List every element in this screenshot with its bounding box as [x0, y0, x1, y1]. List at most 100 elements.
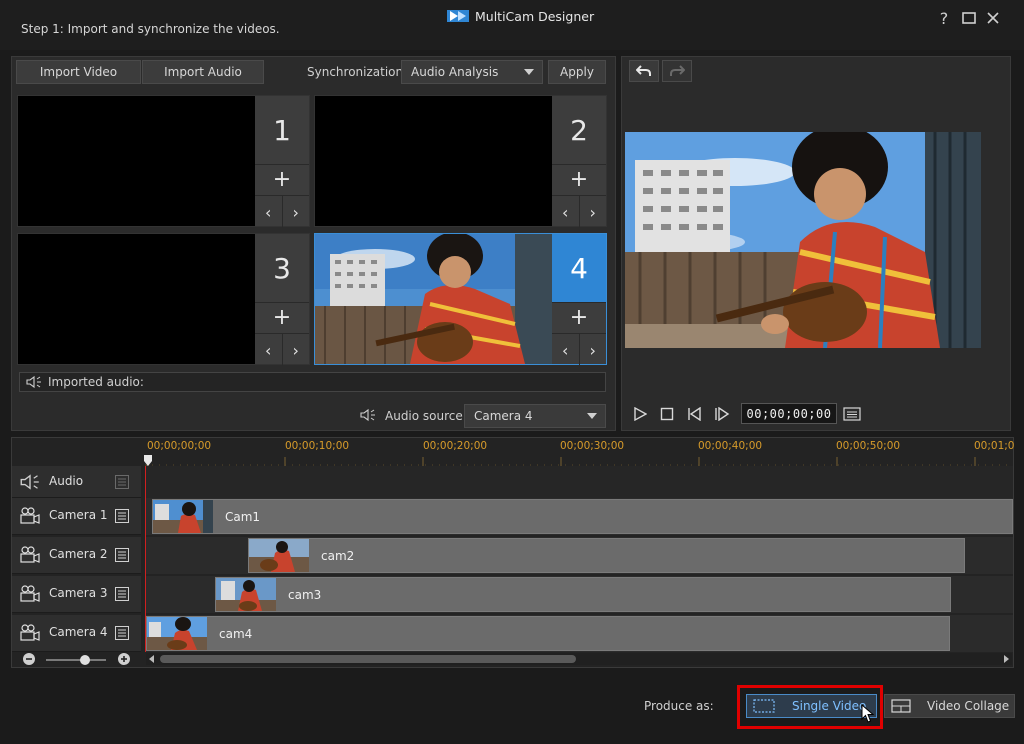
zoom-out-icon[interactable] [22, 652, 36, 666]
track-options-icon[interactable] [115, 548, 129, 562]
clip-name: Cam1 [225, 510, 261, 524]
maximize-icon [962, 12, 976, 24]
track-name: Camera 2 [49, 547, 108, 561]
slot-controls: 4 + ‹ › [552, 234, 606, 366]
play-button[interactable] [630, 404, 650, 424]
imported-audio-bar: Imported audio: [19, 372, 606, 392]
zoom-slider-track[interactable] [46, 659, 106, 661]
track-header-audio: Audio [12, 466, 141, 498]
close-button[interactable] [983, 8, 1003, 28]
add-video-button[interactable]: + [552, 164, 606, 194]
camera-icon [20, 507, 40, 524]
ruler-label: 00;00;10;00 [285, 440, 350, 452]
zoom-slider-handle[interactable] [80, 655, 90, 665]
timecode-display[interactable]: 00;00;00;00 [741, 403, 837, 424]
clip-thumbnail [147, 617, 207, 650]
video-preview[interactable] [625, 132, 981, 348]
video-clip-cam3[interactable]: cam3 [215, 577, 951, 612]
undo-icon [636, 65, 651, 76]
app-logo-icon [447, 10, 469, 22]
app-title-text: MultiCam Designer [475, 8, 595, 24]
import-audio-button[interactable]: Import Audio [142, 60, 264, 84]
clip-name: cam4 [219, 627, 253, 641]
slot-controls: 2 + ‹ › [552, 96, 606, 228]
track-options-icon[interactable] [115, 475, 129, 489]
clip-thumbnail [153, 500, 213, 533]
audio-source-dropdown[interactable]: Camera 4 [464, 404, 606, 428]
add-video-button[interactable]: + [552, 302, 606, 332]
track-name: Camera 3 [49, 586, 108, 600]
scroll-left-icon[interactable] [148, 655, 156, 663]
mouse-cursor-icon [861, 704, 875, 723]
next-frame-button[interactable] [712, 404, 732, 424]
track-options-icon[interactable] [115, 587, 129, 601]
preview-frame-image [625, 132, 981, 348]
track-header-camera-2: Camera 2 [12, 537, 141, 574]
slot-number: 3 [273, 251, 291, 285]
zoom-in-icon[interactable] [117, 652, 131, 666]
video-clip-cam1[interactable]: Cam1 [152, 499, 1013, 534]
add-video-button[interactable]: + [255, 302, 309, 332]
clip-name: cam2 [321, 549, 355, 563]
camera-slot-2[interactable]: 2 + ‹ › [314, 95, 607, 228]
audio-source-value: Camera 4 [474, 409, 533, 423]
next-arrow-icon[interactable]: › [283, 334, 310, 366]
produce-as-label: Produce as: [644, 699, 714, 713]
slot-number: 1 [273, 113, 291, 147]
track-name: Audio [49, 474, 84, 488]
next-arrow-icon[interactable]: › [580, 334, 607, 366]
track-options-icon[interactable] [115, 509, 129, 523]
audio-track-lane[interactable] [145, 466, 1013, 498]
undo-button[interactable] [629, 60, 659, 82]
video-clip-cam2[interactable]: cam2 [248, 538, 965, 573]
track-options-icon[interactable] [115, 626, 129, 640]
close-icon [987, 12, 999, 24]
scroll-right-icon[interactable] [1002, 655, 1010, 663]
slot-nav: ‹ › [552, 195, 606, 228]
track-header-camera-1: Camera 1 [12, 498, 141, 535]
track-header-camera-3: Camera 3 [12, 576, 141, 613]
scrollbar-thumb[interactable] [160, 655, 576, 663]
imported-audio-label: Imported audio: [48, 375, 144, 389]
next-arrow-icon[interactable]: › [580, 196, 607, 228]
previous-frame-button[interactable] [685, 404, 705, 424]
clip-name: cam3 [288, 588, 322, 602]
ruler-label: 00;00;40;00 [698, 440, 763, 452]
speaker-icon [26, 375, 41, 389]
apply-button[interactable]: Apply [548, 60, 606, 84]
timecode-menu-button[interactable] [842, 404, 862, 424]
camera-slot-3[interactable]: 3 + ‹ › [17, 233, 310, 366]
horizontal-scrollbar[interactable] [146, 653, 1012, 665]
slot-video-thumbnail [315, 234, 553, 364]
redo-button[interactable] [662, 60, 692, 82]
help-icon: ? [939, 8, 949, 28]
prev-arrow-icon[interactable]: ‹ [552, 334, 580, 366]
maximize-button[interactable] [959, 8, 979, 28]
camera-icon [20, 624, 40, 641]
playhead-line [145, 466, 146, 652]
camera-slot-1[interactable]: 1 + ‹ › [17, 95, 310, 228]
prev-arrow-icon[interactable]: ‹ [255, 334, 283, 366]
timeline-ruler[interactable] [145, 453, 1013, 467]
video-collage-icon [891, 699, 911, 713]
timecode-list-icon [843, 407, 861, 421]
play-icon [634, 407, 647, 421]
synchronization-dropdown[interactable]: Audio Analysis [401, 60, 543, 84]
next-arrow-icon[interactable]: › [283, 196, 310, 228]
track-name: Camera 1 [49, 508, 108, 522]
track-header-camera-4: Camera 4 [12, 615, 141, 652]
video-clip-cam4[interactable]: cam4 [146, 616, 950, 651]
camera-slot-4[interactable]: 4 + ‹ › [314, 233, 607, 366]
clip-thumbnail [249, 539, 309, 572]
prev-arrow-icon[interactable]: ‹ [552, 196, 580, 228]
help-button[interactable]: ? [934, 8, 954, 28]
video-collage-button[interactable]: Video Collage [884, 694, 1015, 718]
add-video-button[interactable]: + [255, 164, 309, 194]
stop-button[interactable] [657, 404, 677, 424]
single-video-button[interactable]: Single Video [746, 694, 877, 718]
slot-nav: ‹ › [552, 333, 606, 366]
step-label: Step 1: Import and synchronize the video… [21, 22, 280, 36]
import-video-button[interactable]: Import Video [16, 60, 141, 84]
prev-arrow-icon[interactable]: ‹ [255, 196, 283, 228]
slot-controls: 1 + ‹ › [255, 96, 310, 228]
